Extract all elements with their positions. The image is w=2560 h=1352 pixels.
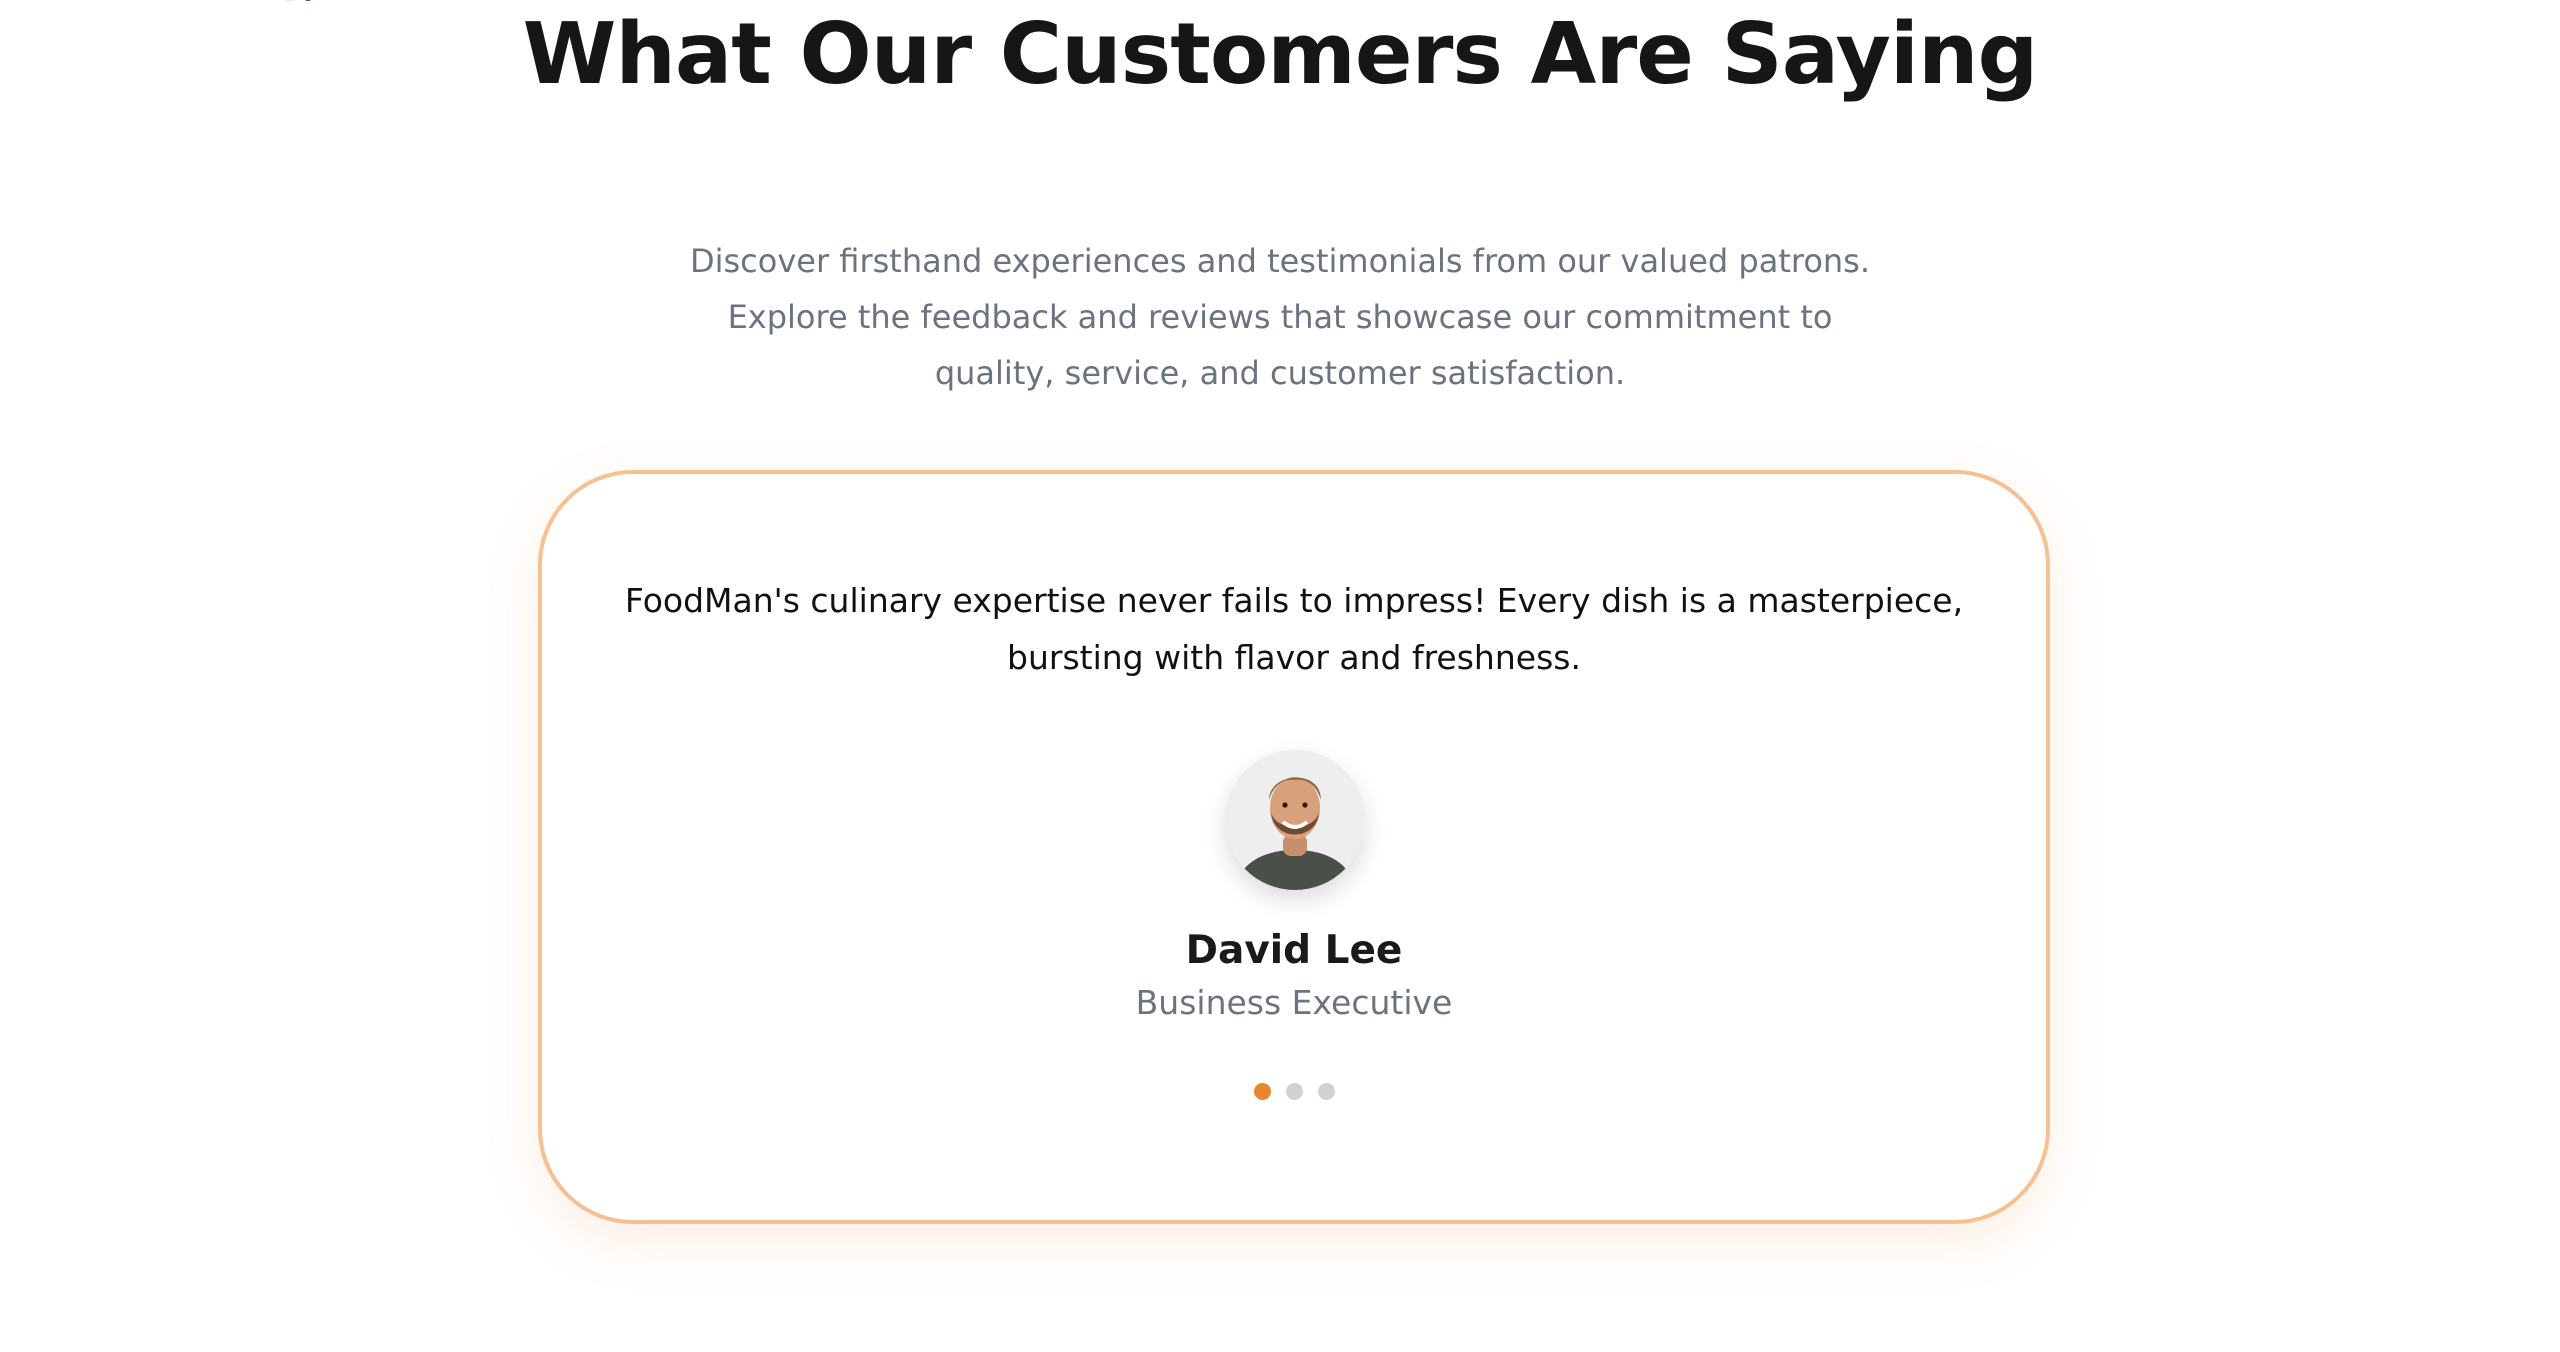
carousel-dot-3[interactable] — [1317, 1083, 1335, 1100]
testimonial-quote: FoodMan's culinary expertise never fails… — [624, 581, 1964, 677]
carousel-pagination — [542, 1083, 2046, 1103]
author-role: Business Executive — [1135, 983, 1453, 1022]
testimonials-page: What Our Customers Are Saying Discover f… — [0, 0, 2560, 1352]
section-subtitle: Discover firsthand experiences and testi… — [689, 242, 1871, 392]
section-title: What Our Customers Are Saying — [522, 5, 2039, 104]
carousel-dot-1[interactable] — [1253, 1083, 1271, 1100]
person-avatar-icon — [1225, 750, 1365, 890]
author-name: David Lee — [1185, 928, 1403, 973]
carousel-dot-2[interactable] — [1285, 1083, 1303, 1100]
avatar — [1225, 750, 1365, 890]
testimonial-card: FoodMan's culinary expertise never fails… — [538, 470, 2050, 1224]
